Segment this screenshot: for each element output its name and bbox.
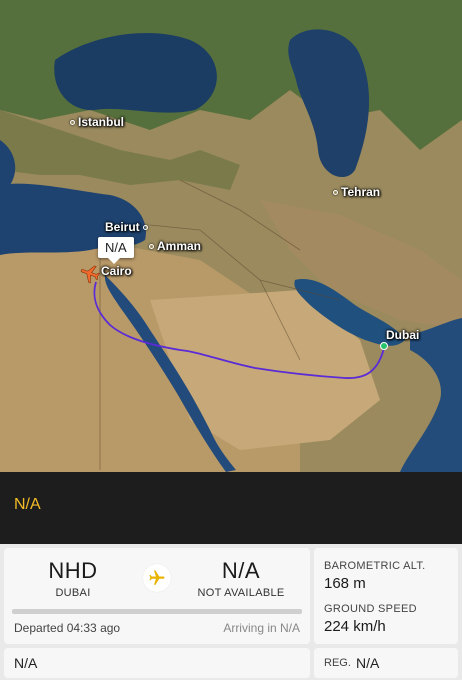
city-label-beirut: Beirut xyxy=(105,220,148,234)
destination-airport[interactable]: N/A NOT AVAILABLE xyxy=(186,558,296,599)
flight-status-bar[interactable]: N/A xyxy=(0,472,462,544)
origin-airport[interactable]: NHD DUBAI xyxy=(18,558,128,599)
city-dot-icon xyxy=(142,224,148,230)
registration-label: REG. xyxy=(324,657,351,669)
flight-number: N/A xyxy=(14,496,41,513)
city-label-tehran: Tehran xyxy=(333,185,380,199)
city-label-istanbul: Istanbul xyxy=(70,115,124,129)
airplane-icon[interactable] xyxy=(79,262,101,284)
barometric-altitude-value: 168 m xyxy=(324,575,366,592)
airplane-icon xyxy=(149,570,165,585)
city-label-dubai: Dubai xyxy=(386,328,420,342)
ground-speed-label: GROUND SPEED xyxy=(324,603,417,615)
city-dot-icon xyxy=(70,119,75,125)
registration-value: N/A xyxy=(356,655,380,671)
flight-direction-badge xyxy=(143,564,171,592)
destination-code: N/A xyxy=(221,558,261,583)
registration-card[interactable]: REG. N/A xyxy=(314,648,458,678)
flight-stats-card[interactable]: BAROMETRIC ALT. 168 m GROUND SPEED 224 k… xyxy=(314,548,458,644)
aircraft-callsign-tag[interactable]: N/A xyxy=(98,237,134,264)
flight-progress-bar xyxy=(12,609,302,614)
origin-code: NHD xyxy=(48,558,98,583)
city-dot-icon xyxy=(333,189,338,195)
aircraft-type: N/A xyxy=(14,655,38,671)
destination-marker-icon xyxy=(380,342,388,350)
origin-name: DUBAI xyxy=(55,587,91,599)
city-label-amman: Amman xyxy=(149,239,201,253)
route-card[interactable]: NHD DUBAI N/A NOT AVAILABLE Departed 04:… xyxy=(4,548,310,644)
arriving-time: Arriving in N/A xyxy=(223,621,300,635)
destination-name: NOT AVAILABLE xyxy=(197,587,285,599)
map-terrain xyxy=(0,0,462,472)
flight-map[interactable]: Istanbul Tehran Beirut Amman Cairo Dubai… xyxy=(0,0,462,472)
city-label-cairo: Cairo xyxy=(101,264,132,278)
ground-speed-value: 224 km/h xyxy=(324,618,386,635)
barometric-altitude-label: BAROMETRIC ALT. xyxy=(324,560,426,572)
city-dot-icon xyxy=(149,243,154,249)
departed-time: Departed 04:33 ago xyxy=(14,621,121,635)
aircraft-type-card[interactable]: N/A xyxy=(4,648,310,678)
